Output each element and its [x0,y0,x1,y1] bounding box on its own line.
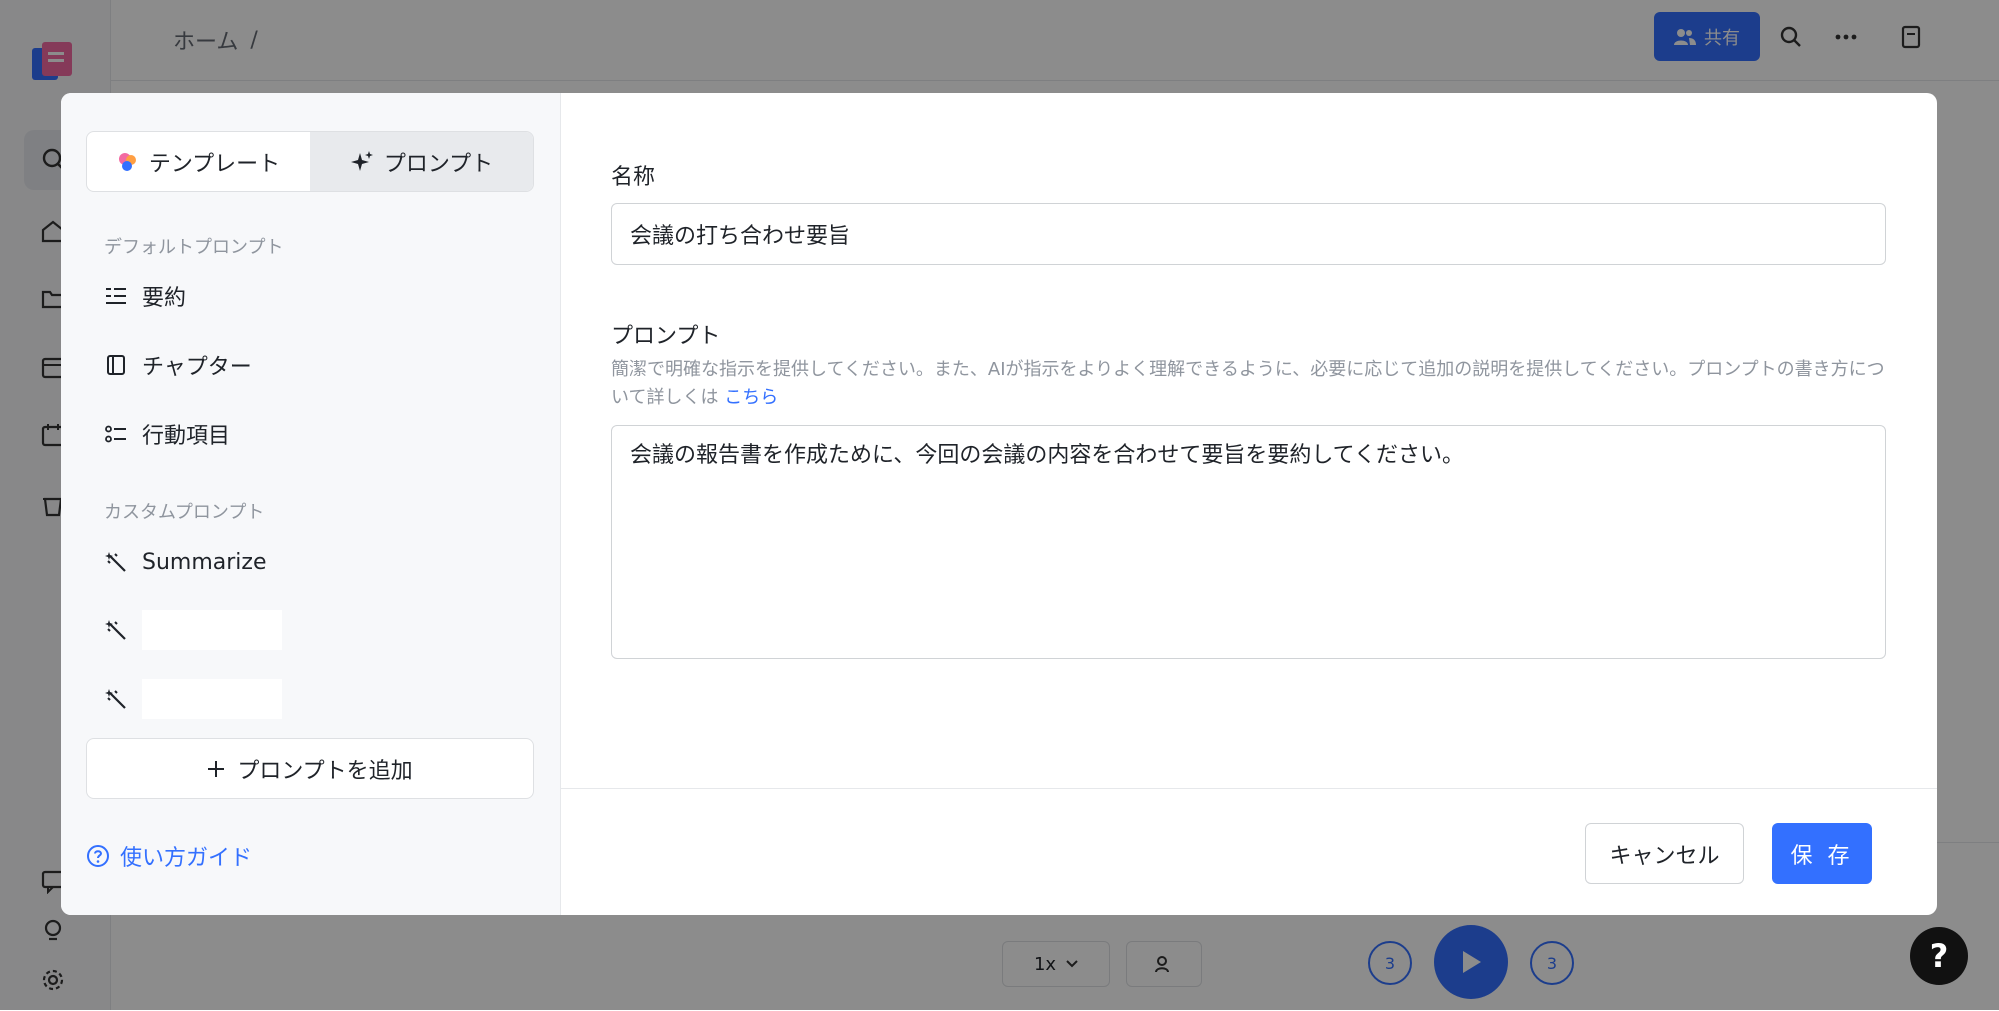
default-prompts-heading: デフォルトプロンプト [104,237,284,258]
prompt-help-link[interactable]: こちら [724,387,778,408]
magic-wand-icon [104,550,128,574]
prompt-item-label: Summarize [142,549,267,575]
usage-guide-link[interactable]: 使い方ガイド [86,840,252,872]
custom-prompts-heading: カスタムプロンプト [104,502,265,523]
prompt-help-body: 簡潔で明確な指示を提供してください。また、AIが指示をよりよく理解できるように、… [611,359,1885,408]
tab-prompt-label: プロンプト [383,151,494,177]
prompt-list-panel: テンプレート プロンプト デフォルトプロンプト 要約 チャプター 行動項目 カス… [61,93,561,915]
name-label: 名称 [611,165,656,190]
sparkle-icon [350,150,374,174]
prompt-item-chapter[interactable]: チャプター [104,345,524,385]
prompt-name-input[interactable] [611,203,1886,265]
help-button[interactable]: ? [1910,927,1968,985]
checklist-icon [104,422,128,446]
prompt-editor-dialog: テンプレート プロンプト デフォルトプロンプト 要約 チャプター 行動項目 カス… [61,93,1937,915]
redacted-prompt-name [142,610,282,650]
template-prompt-switch: テンプレート プロンプト [86,131,534,192]
cancel-button[interactable]: キャンセル [1585,823,1744,884]
usage-guide-label: 使い方ガイド [120,846,253,871]
tab-prompt[interactable]: プロンプト [310,132,533,191]
footer-divider [561,788,1937,789]
help-circle-icon [86,844,110,868]
prompt-item-action-items[interactable]: 行動項目 [104,414,524,454]
add-prompt-label: プロンプトを追加 [237,758,413,784]
prompt-help-text: 簡潔で明確な指示を提供してください。また、AIが指示をよりよく理解できるように、… [611,356,1891,412]
summary-lines-icon [104,284,128,308]
redacted-prompt-name [142,679,282,719]
custom-prompt-item[interactable] [104,679,524,719]
tab-template-label: テンプレート [148,151,281,177]
prompt-item-summary[interactable]: 要約 [104,276,524,316]
magic-wand-icon [104,687,128,711]
save-button[interactable]: 保 存 [1772,823,1872,884]
plus-icon [207,760,225,778]
custom-prompt-item[interactable]: Summarize [104,542,524,582]
chapter-book-icon [104,353,128,377]
magic-wand-icon [104,618,128,642]
prompt-item-label: 行動項目 [142,424,231,449]
tab-template[interactable]: テンプレート [87,132,310,191]
prompt-item-label: チャプター [142,355,252,380]
add-prompt-button[interactable]: プロンプトを追加 [86,738,534,799]
custom-prompt-item[interactable] [104,610,524,650]
template-palette-icon [117,151,139,173]
prompt-label: プロンプト [611,324,721,349]
prompt-content-textarea[interactable]: 会議の報告書を作成ために、今回の会議の内容を合わせて要旨を要約してください。 [611,425,1886,659]
prompt-item-label: 要約 [142,286,187,311]
